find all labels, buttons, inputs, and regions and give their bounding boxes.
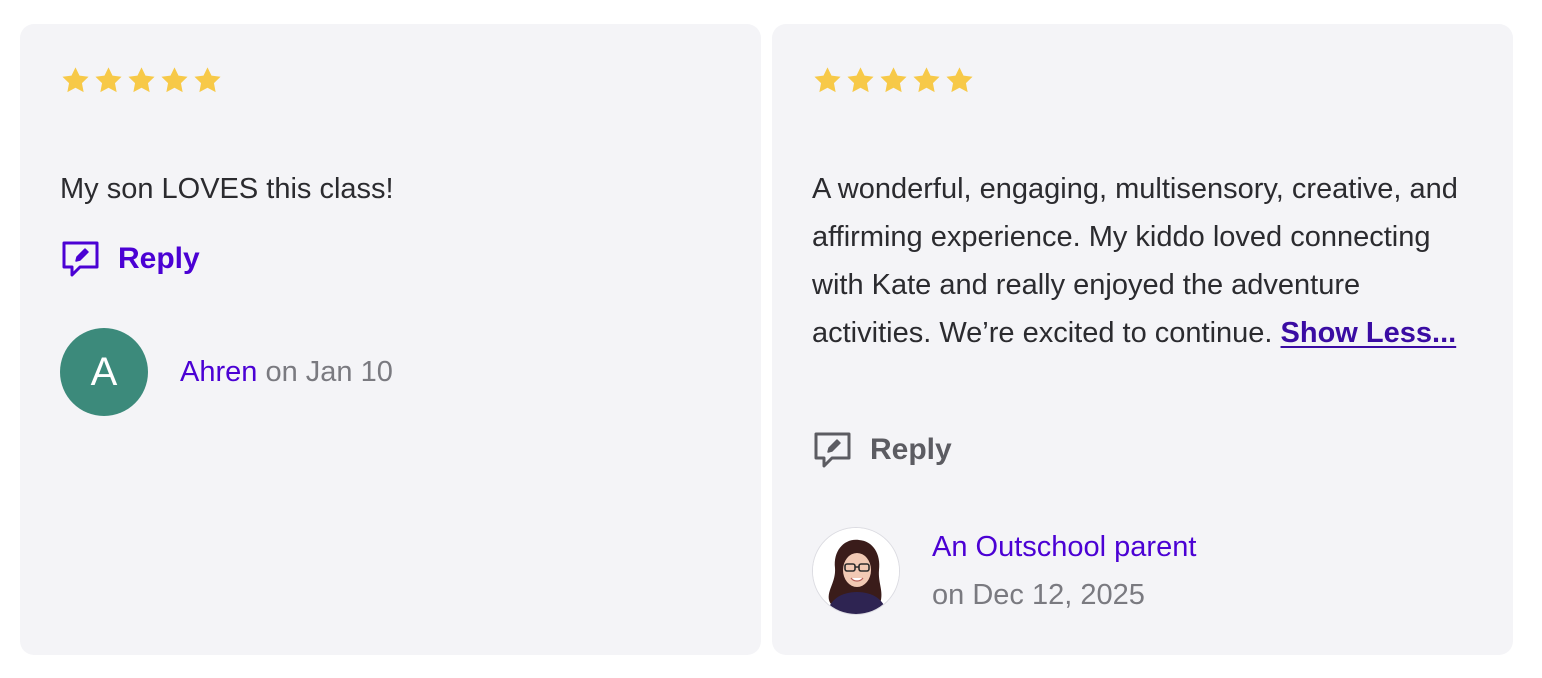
star-rating [812, 65, 975, 96]
star-icon [159, 65, 190, 96]
reviews-grid: My son LOVES this class! Reply A Ahren o… [0, 0, 1542, 678]
review-body: My son LOVES this class! [60, 173, 394, 205]
author-info: Ahren on Jan 10 [180, 356, 393, 389]
reply-button[interactable]: Reply [60, 239, 200, 279]
reply-label: Reply [118, 242, 200, 275]
show-less-link[interactable]: Show Less... [1281, 317, 1457, 349]
review-author: An Outschool parent on Dec 12, 2025 [812, 523, 1196, 619]
star-icon [878, 65, 909, 96]
avatar-photo-image [813, 528, 899, 614]
author-name-link[interactable]: An Outschool parent [932, 523, 1196, 571]
star-icon [93, 65, 124, 96]
star-icon [192, 65, 223, 96]
review-card: A wonderful, engaging, multisensory, cre… [772, 24, 1513, 655]
reply-label: Reply [870, 433, 952, 466]
star-icon [812, 65, 843, 96]
star-icon [911, 65, 942, 96]
review-date: on Jan 10 [265, 355, 393, 388]
avatar: A [60, 328, 148, 416]
star-icon [845, 65, 876, 96]
star-icon [126, 65, 157, 96]
review-text: My son LOVES this class! [60, 165, 721, 213]
review-text: A wonderful, engaging, multisensory, cre… [812, 165, 1465, 357]
review-card: My son LOVES this class! Reply A Ahren o… [20, 24, 761, 655]
reply-button[interactable]: Reply [812, 430, 952, 470]
star-rating [60, 65, 223, 96]
star-icon [944, 65, 975, 96]
review-date: on Dec 12, 2025 [932, 579, 1145, 611]
review-author: A Ahren on Jan 10 [60, 328, 393, 416]
reply-icon [60, 239, 101, 279]
author-info: An Outschool parent on Dec 12, 2025 [932, 523, 1196, 619]
author-name-link[interactable]: Ahren [180, 356, 257, 388]
avatar [812, 527, 900, 615]
reply-icon [812, 430, 853, 470]
star-icon [60, 65, 91, 96]
avatar-initial: A [90, 349, 118, 394]
